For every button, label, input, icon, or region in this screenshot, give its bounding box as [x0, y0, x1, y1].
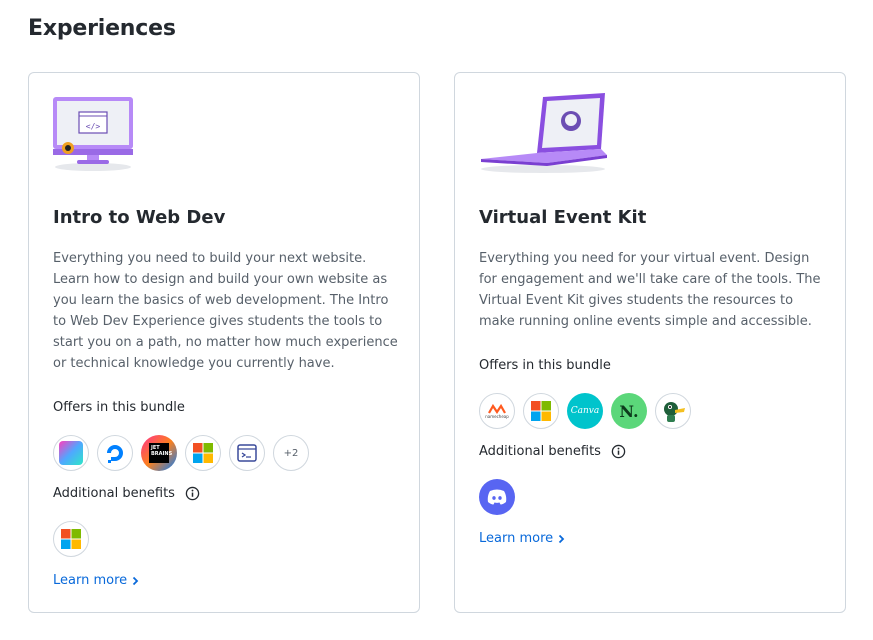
duck-icon[interactable] — [655, 393, 691, 429]
benefits-label: Additional benefits — [53, 486, 200, 501]
chevron-right-icon — [559, 534, 565, 543]
n-logo-mark: N. — [619, 401, 639, 421]
learn-more-text: Learn more — [53, 573, 128, 588]
info-icon[interactable] — [185, 486, 200, 501]
offers-label-text: Offers in this bundle — [53, 400, 185, 415]
terminal-window-icon[interactable] — [229, 435, 265, 471]
desktop-code-illustration: </> — [53, 97, 133, 171]
jetbrains-icon[interactable]: JET BRAINS — [141, 435, 177, 471]
benefits-label: Additional benefits — [479, 444, 626, 459]
svg-text:</>: </> — [86, 122, 101, 131]
card-description: Everything you need for your virtual eve… — [479, 251, 821, 329]
namecheap-icon[interactable]: namecheap — [479, 393, 515, 429]
chevron-right-icon — [133, 576, 139, 585]
experience-card-virtual-event-kit[interactable]: Virtual Event Kit Everything you need fo… — [454, 72, 846, 613]
offers-logo-row: namecheap Canva N. — [479, 393, 691, 429]
benefits-logo-row — [479, 479, 515, 515]
jetbrains-mark: JET BRAINS — [149, 443, 172, 463]
experience-card-intro-web-dev[interactable]: </> Intro to Web Dev Everything you need… — [28, 72, 420, 613]
benefits-logo-row — [53, 521, 89, 557]
offers-label: Offers in this bundle — [479, 358, 611, 373]
offers-label: Offers in this bundle — [53, 400, 185, 415]
card-description: Everything you need to build your next w… — [53, 251, 398, 371]
namecheap-wordmark: namecheap — [485, 413, 509, 419]
microsoft-icon[interactable] — [53, 521, 89, 557]
discord-icon[interactable] — [479, 479, 515, 515]
page-title: Experiences — [28, 16, 176, 41]
namecheap-mark — [488, 403, 506, 414]
benefits-label-text: Additional benefits — [479, 444, 601, 459]
offers-logo-row: JET BRAINS +2 — [53, 435, 309, 471]
benefits-label-text: Additional benefits — [53, 486, 175, 501]
microsoft-icon[interactable] — [185, 435, 221, 471]
info-icon[interactable] — [611, 444, 626, 459]
digitalocean-icon[interactable] — [97, 435, 133, 471]
microsoft-icon[interactable] — [523, 393, 559, 429]
card-title: Intro to Web Dev — [53, 207, 226, 228]
learn-more-text: Learn more — [479, 531, 554, 546]
more-offers-badge[interactable]: +2 — [273, 435, 309, 471]
canva-icon[interactable]: Canva — [567, 393, 603, 429]
learn-more-link[interactable]: Learn more — [53, 573, 139, 588]
n-logo-icon[interactable]: N. — [611, 393, 647, 429]
learn-more-link[interactable]: Learn more — [479, 531, 565, 546]
gradient-square-icon[interactable] — [53, 435, 89, 471]
laptop-github-illustration — [481, 93, 607, 173]
offers-label-text: Offers in this bundle — [479, 358, 611, 373]
canva-wordmark: Canva — [570, 406, 600, 416]
card-title: Virtual Event Kit — [479, 207, 647, 228]
